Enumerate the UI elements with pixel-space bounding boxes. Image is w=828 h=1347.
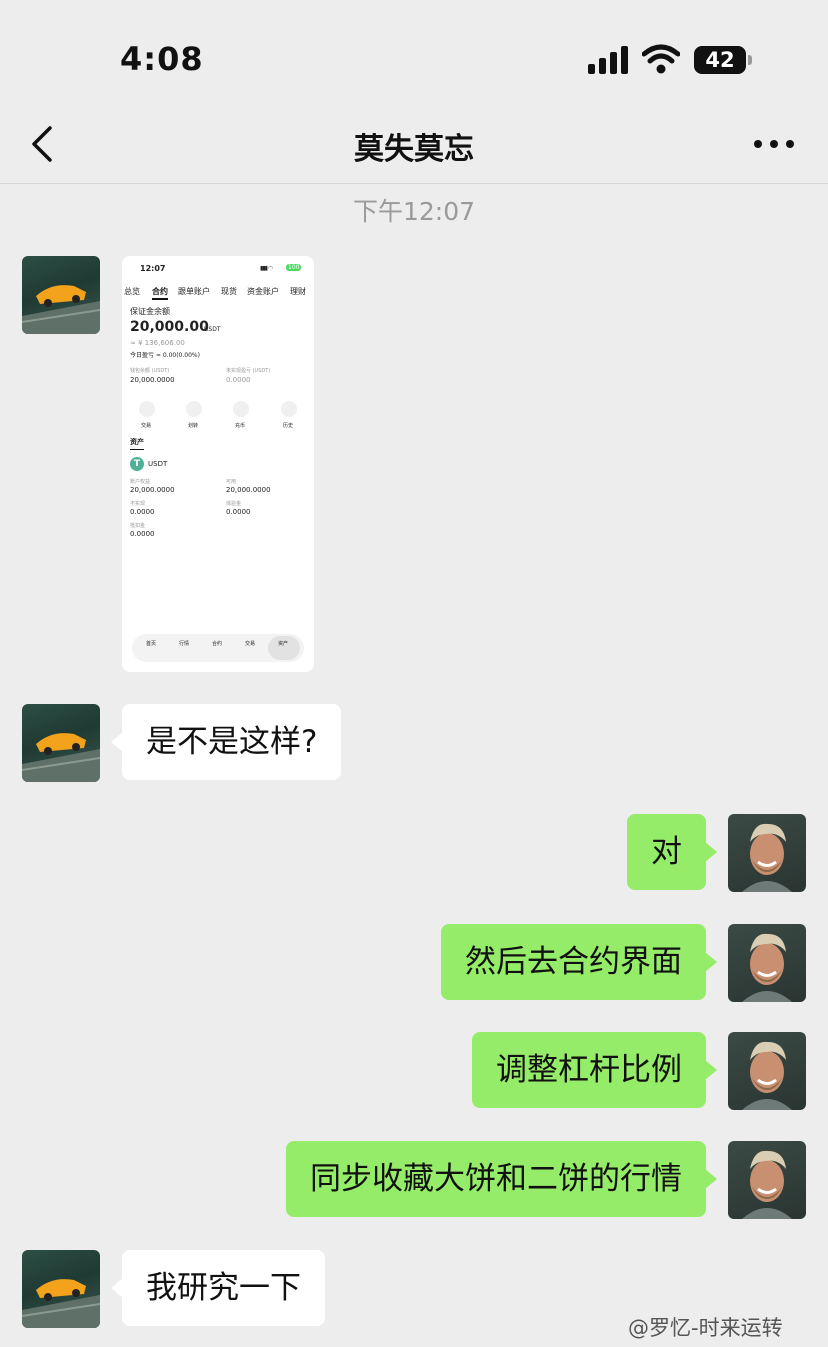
message-bubble-incoming[interactable]: 是不是这样? <box>110 704 342 780</box>
self-avatar[interactable] <box>728 1032 806 1110</box>
thumb-nav-trade: 交易 <box>245 641 256 647</box>
chat-header: 莫失莫忘 <box>0 110 828 184</box>
thumb-tab-copy: 跟单账户 <box>178 287 210 296</box>
thumb-deposit-icon <box>233 401 249 417</box>
thumb-tab-funding: 资金账户 <box>247 287 279 296</box>
thumb-tab-earn: 理财 <box>290 287 306 296</box>
thumb-equity-value: 20,000.0000 <box>130 486 175 494</box>
status-bar: 4:08 42 <box>0 0 828 110</box>
sports-car-avatar-icon <box>22 285 100 334</box>
thumb-nav-contract: 合约 <box>212 641 223 647</box>
thumb-unrealized2-label: 不实现 <box>130 501 146 507</box>
thumb-available-value: 20,000.0000 <box>226 486 271 494</box>
thumb-balance-label: 保证金余额 <box>130 307 170 316</box>
thumb-action-trade: 交易 <box>141 423 152 429</box>
thumb-balance: 20,000.00 <box>130 319 209 335</box>
thumb-assets-underline <box>130 449 144 450</box>
battery-indicator: 42 <box>694 46 746 74</box>
sports-car-avatar-icon <box>22 1279 100 1328</box>
message-bubble-outgoing[interactable]: 对 <box>627 814 717 890</box>
thumb-status-time: 12:07 <box>140 264 166 273</box>
thumb-coin-name: USDT <box>148 460 168 468</box>
sports-car-avatar-icon <box>22 733 100 782</box>
thumb-tab-overview: 总览 <box>124 287 140 296</box>
thumb-frozen-value: 0.0000 <box>226 508 251 516</box>
contact-avatar[interactable] <box>22 256 100 334</box>
thumb-approx: ≈ ¥ 136,606.00 <box>130 339 185 347</box>
contact-avatar[interactable] <box>22 704 100 782</box>
message-bubble-outgoing[interactable]: 同步收藏大饼和二饼的行情 <box>286 1141 717 1217</box>
thumb-balance-unit: USDT <box>204 326 221 333</box>
screenshot-image-message[interactable]: 12:07 ▮▮▮ ◠ 100 总览 合约 跟单账户 现货 资金账户 理财 保证… <box>122 256 314 672</box>
thumb-tab-underline <box>152 298 168 300</box>
thumb-today-pnl: 今日盈亏 ≈ 0.00(0.00%) <box>130 352 200 359</box>
message-bubble-outgoing[interactable]: 调整杠杆比例 <box>472 1032 717 1108</box>
thumb-action-deposit: 充币 <box>235 423 246 429</box>
thumb-frozen-label: 体验金 <box>226 501 242 507</box>
thumb-unrealized2-value: 0.0000 <box>130 508 155 516</box>
thumb-tab-spot: 现货 <box>221 287 237 296</box>
message-bubble-incoming[interactable]: 我研究一下 <box>111 1250 325 1326</box>
contact-avatar[interactable] <box>22 1250 100 1328</box>
thumb-equity-label: 账户权益 <box>130 479 151 485</box>
more-options-icon[interactable] <box>752 134 796 154</box>
thumb-action-transfer: 划转 <box>188 423 199 429</box>
smiling-man-avatar-icon <box>742 823 792 892</box>
status-time: 4:08 <box>120 40 204 78</box>
thumb-history-icon <box>281 401 297 417</box>
thumb-unrealized-value: 0.0000 <box>226 376 251 384</box>
thumb-signal-icon: ▮▮▮ ◠ <box>260 265 273 272</box>
thumb-bonus-label: 抵扣金 <box>130 523 146 529</box>
thumb-nav-market: 行情 <box>179 641 190 647</box>
self-avatar[interactable] <box>728 1141 806 1219</box>
thumb-wallet-label: 钱包余额 (USDT) <box>130 368 170 374</box>
thumb-available-label: 可用 <box>226 479 237 485</box>
thumb-trade-icon <box>139 401 155 417</box>
thumb-tab-contract: 合约 <box>152 287 168 296</box>
thumb-action-history: 历史 <box>283 423 294 429</box>
thumb-assets-heading: 资产 <box>130 438 144 446</box>
smiling-man-avatar-icon <box>742 1041 792 1110</box>
tether-coin-icon: T <box>130 457 144 471</box>
thumb-bonus-value: 0.0000 <box>130 530 155 538</box>
wifi-icon <box>642 44 680 74</box>
smiling-man-avatar-icon <box>742 1150 792 1219</box>
message-bubble-outgoing[interactable]: 然后去合约界面 <box>441 924 717 1000</box>
smiling-man-avatar-icon <box>742 933 792 1002</box>
thumb-transfer-icon <box>186 401 202 417</box>
thumb-unrealized-label: 未实现盈亏 (USDT) <box>226 368 271 374</box>
message-timestamp: 下午12:07 <box>352 197 476 226</box>
self-avatar[interactable] <box>728 924 806 1002</box>
thumb-battery: 100 <box>286 264 302 271</box>
self-avatar[interactable] <box>728 814 806 892</box>
battery-cap <box>748 55 752 65</box>
watermark: @罗忆-时来运转 <box>628 1316 783 1340</box>
cellular-signal-icon <box>588 46 628 74</box>
chat-title: 莫失莫忘 <box>354 132 474 167</box>
thumb-nav-assets: 资产 <box>278 641 289 647</box>
thumb-nav-home: 首页 <box>146 641 157 647</box>
thumb-wallet-value: 20,000.0000 <box>130 376 175 384</box>
